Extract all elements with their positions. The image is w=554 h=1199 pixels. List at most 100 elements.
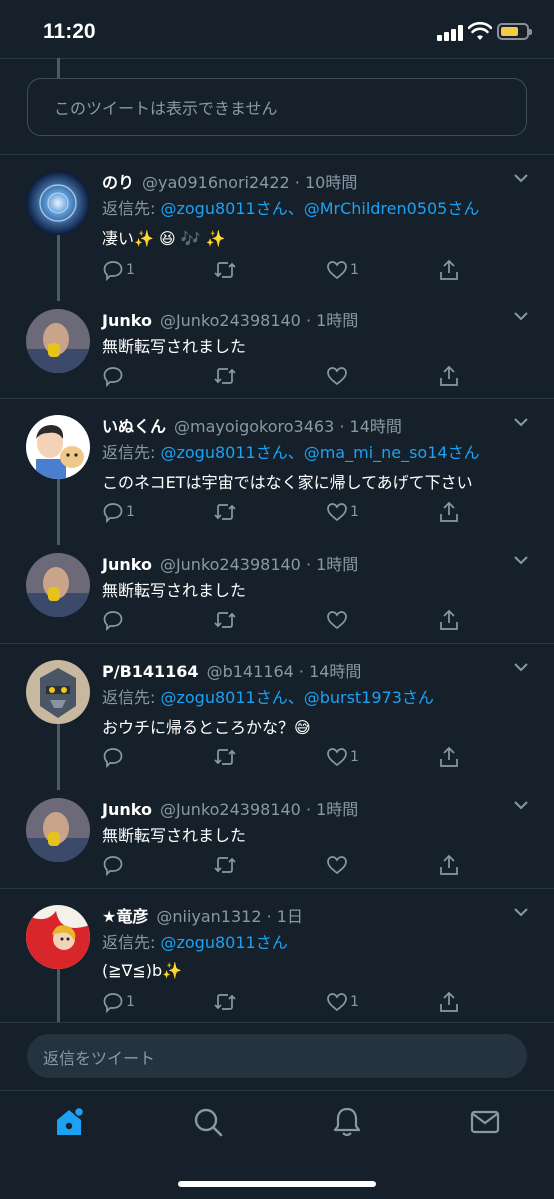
timestamp[interactable]: 10時間	[305, 173, 357, 192]
tweet-text: 凄い✨ 😆 🎶 ✨	[102, 229, 226, 248]
mention-link[interactable]: @zogu8011さん、@MrChildren0505さん	[160, 199, 479, 218]
reply-to: 返信先: @zogu8011さん、@burst1973さん	[102, 688, 434, 707]
retweet-icon	[214, 857, 236, 873]
home-icon[interactable]	[52, 1105, 86, 1139]
tweet-actions	[102, 365, 502, 389]
tweet-header: P/B141164 @b141164 · 14時間	[102, 662, 362, 681]
search-icon[interactable]	[191, 1105, 225, 1139]
home-indicator	[178, 1181, 376, 1187]
timestamp[interactable]: 1日	[277, 907, 303, 926]
retweet-icon	[214, 262, 236, 278]
status-time: 11:20	[43, 20, 96, 43]
heart-icon	[327, 748, 347, 767]
reply-bar: 返信をツイート	[0, 1022, 554, 1092]
tweet-text: このネコETは宇宙ではなく家に帰してあげて下さい	[102, 473, 473, 492]
thread-line	[57, 969, 60, 1023]
heart-icon	[327, 856, 347, 875]
share-icon	[440, 259, 458, 280]
tweet-actions: 1	[102, 746, 502, 770]
tweet-header: ★竜彦 @niiyan1312 · 1日	[102, 907, 303, 926]
retweet-icon	[214, 994, 236, 1010]
signal-icon	[437, 25, 463, 41]
tweet-actions: 1 1	[102, 991, 502, 1015]
wifi-icon	[468, 22, 492, 40]
handle[interactable]: @Junko24398140	[160, 555, 301, 574]
reply-to: 返信先: @zogu8011さん、@ma_mi_ne_so14さん	[102, 443, 480, 462]
conversation-block: P/B141164 @b141164 · 14時間 返信先: @zogu8011さ…	[0, 643, 554, 888]
reply-icon	[103, 993, 123, 1013]
heart-icon	[327, 503, 347, 522]
timestamp[interactable]: 14時間	[309, 662, 361, 681]
tweet-header: Junko @Junko24398140 · 1時間	[102, 555, 359, 574]
share-icon	[440, 365, 458, 386]
chevron-down-icon[interactable]	[512, 307, 530, 325]
chevron-down-icon[interactable]	[512, 169, 530, 187]
share-icon	[440, 501, 458, 522]
display-name[interactable]: Junko	[102, 555, 152, 574]
reply-icon	[103, 261, 123, 281]
display-name[interactable]: P/B141164	[102, 662, 199, 681]
tweet-text: 無断転写されました	[102, 337, 247, 356]
display-name[interactable]: Junko	[102, 311, 152, 330]
display-name[interactable]: ★竜彦	[102, 907, 148, 926]
display-name[interactable]: のり	[102, 173, 134, 192]
mail-icon[interactable]	[468, 1105, 502, 1139]
timestamp[interactable]: 1時間	[316, 555, 358, 574]
chevron-down-icon[interactable]	[512, 658, 530, 676]
battery-icon	[497, 23, 532, 40]
reply-icon	[103, 611, 123, 631]
display-name[interactable]: いぬくん	[102, 417, 166, 436]
chevron-down-icon[interactable]	[512, 413, 530, 431]
chevron-down-icon[interactable]	[512, 796, 530, 814]
tweet-text: 無断転写されました	[102, 581, 247, 600]
thread-line	[57, 724, 60, 790]
heart-icon	[327, 367, 347, 386]
heart-icon	[327, 611, 347, 630]
share-icon	[440, 746, 458, 767]
handle[interactable]: @ya0916nori2422	[142, 173, 290, 192]
retweet-icon	[214, 368, 236, 384]
avatar[interactable]	[26, 905, 90, 969]
reply-icon	[103, 856, 123, 876]
reply-icon	[103, 367, 123, 387]
handle[interactable]: @b141164	[207, 662, 294, 681]
reply-icon	[103, 503, 123, 523]
timestamp[interactable]: 14時間	[350, 417, 402, 436]
bell-icon[interactable]	[330, 1105, 364, 1139]
tweet-text: おウチに帰るところかな？😅	[102, 718, 311, 737]
thread-line	[57, 235, 60, 301]
chevron-down-icon[interactable]	[512, 903, 530, 921]
divider	[0, 58, 554, 59]
avatar[interactable]	[26, 309, 90, 373]
reply-input[interactable]: 返信をツイート	[27, 1034, 527, 1078]
handle[interactable]: @Junko24398140	[160, 800, 301, 819]
conversation-block: ★竜彦 @niiyan1312 · 1日 返信先: @zogu8011さん (≧∇…	[0, 888, 554, 1023]
avatar[interactable]	[26, 798, 90, 862]
retweet-icon	[214, 504, 236, 520]
reply-to: 返信先: @zogu8011さん	[102, 933, 288, 952]
handle[interactable]: @niiyan1312	[156, 907, 261, 926]
chevron-down-icon[interactable]	[512, 551, 530, 569]
share-icon	[440, 609, 458, 630]
mention-link[interactable]: @zogu8011さん、@burst1973さん	[160, 688, 433, 707]
tweet-header: のり @ya0916nori2422 · 10時間	[102, 173, 358, 192]
avatar[interactable]	[26, 171, 90, 235]
avatar[interactable]	[26, 660, 90, 724]
timestamp[interactable]: 1時間	[316, 311, 358, 330]
conversation-block: いぬくん @mayoigokoro3463 · 14時間 返信先: @zogu80…	[0, 398, 554, 643]
display-name[interactable]: Junko	[102, 800, 152, 819]
mention-link[interactable]: @zogu8011さん	[160, 933, 287, 952]
timestamp[interactable]: 1時間	[316, 800, 358, 819]
thread-line	[57, 58, 60, 78]
unavailable-tweet-notice: このツイートは表示できません	[27, 78, 527, 136]
mention-link[interactable]: @zogu8011さん、@ma_mi_ne_so14さん	[160, 443, 479, 462]
share-icon	[440, 854, 458, 875]
handle[interactable]: @mayoigokoro3463	[174, 417, 334, 436]
tweet-actions	[102, 854, 502, 878]
avatar[interactable]	[26, 415, 90, 479]
share-icon	[440, 991, 458, 1012]
tweet-actions: 1 1	[102, 259, 502, 283]
avatar[interactable]	[26, 553, 90, 617]
tweet-header: いぬくん @mayoigokoro3463 · 14時間	[102, 417, 402, 436]
handle[interactable]: @Junko24398140	[160, 311, 301, 330]
